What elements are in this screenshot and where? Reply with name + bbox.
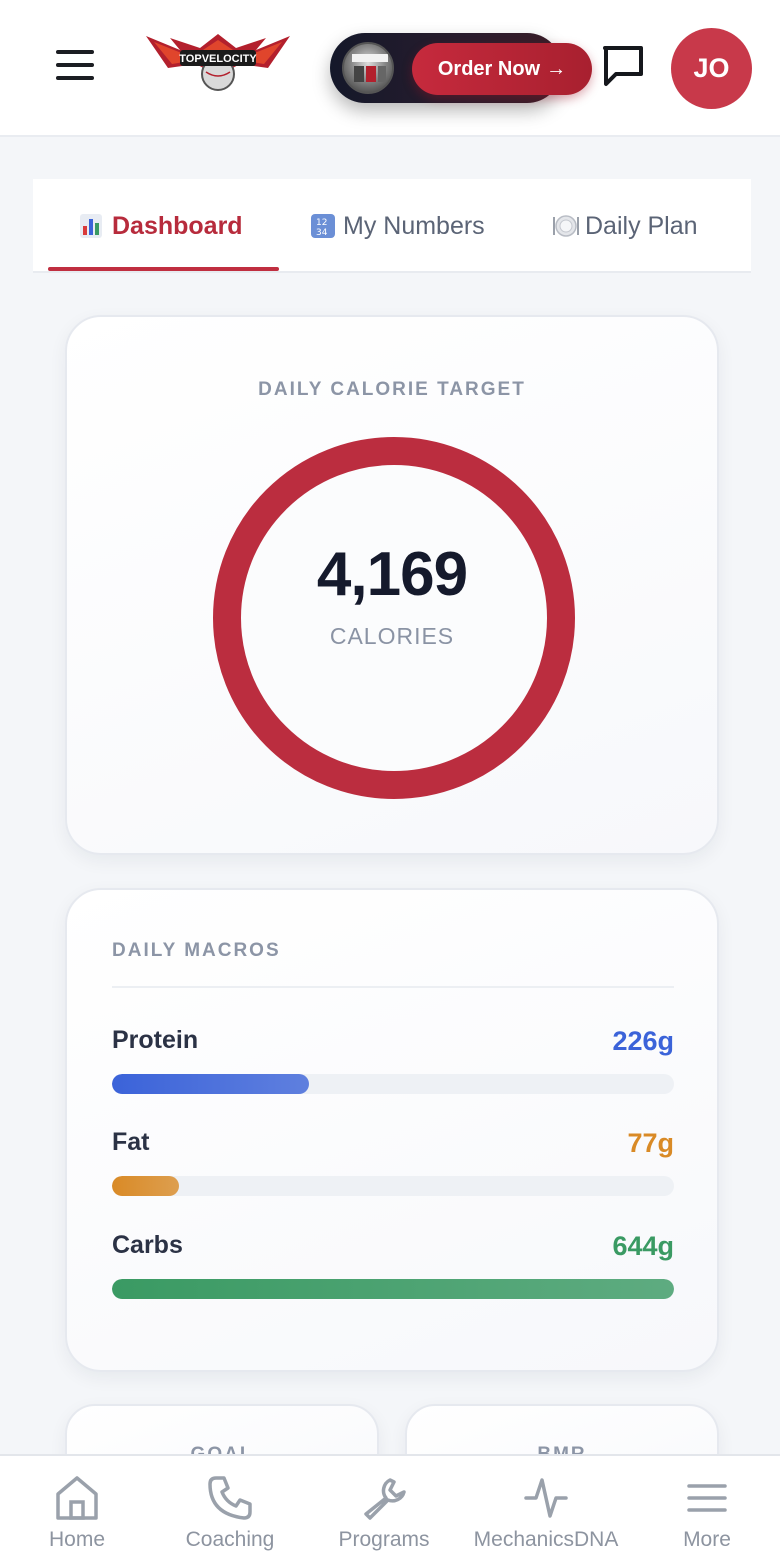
tab-dashboard[interactable]: Dashboard — [80, 179, 243, 273]
nav-home-label: Home — [48, 1528, 106, 1551]
macro-value: 77g — [627, 1128, 674, 1158]
page: TOPVELOCITY Order Now → JO Dashboard 12 … — [0, 0, 780, 1560]
active-tab-indicator — [48, 267, 279, 271]
user-avatar[interactable]: JO — [671, 28, 752, 109]
svg-text:34: 34 — [316, 228, 328, 238]
macros-card-title: DAILY MACROS — [112, 940, 281, 961]
chat-icon[interactable] — [600, 44, 646, 88]
nav-coaching[interactable]: Coaching — [180, 1456, 280, 1560]
numbers-icon: 12 34 — [311, 214, 335, 238]
nav-mechanicsdna[interactable]: MechanicsDNA — [468, 1456, 624, 1560]
order-now-button[interactable]: Order Now → — [412, 43, 592, 95]
order-now-label: Order Now — [437, 57, 541, 80]
tab-dashboard-label: Dashboard — [112, 211, 243, 240]
macro-value: 226g — [612, 1026, 674, 1056]
tab-daily-plan[interactable]: Daily Plan — [553, 179, 698, 273]
wrench-icon — [364, 1478, 406, 1520]
macro-progress-fill — [112, 1279, 674, 1299]
divider — [112, 986, 674, 988]
pulse-icon — [524, 1478, 568, 1518]
daily-calorie-card: DAILY CALORIE TARGET 4,169 CALORIES — [65, 315, 719, 855]
plate-icon — [553, 214, 579, 238]
phone-icon — [208, 1476, 252, 1520]
hamburger-menu-icon[interactable] — [56, 50, 96, 86]
calorie-ring — [213, 437, 575, 799]
macro-name: Protein — [112, 1026, 199, 1054]
nav-programs[interactable]: Programs — [334, 1456, 434, 1560]
nav-more-label: More — [683, 1528, 731, 1551]
calorie-card-title: DAILY CALORIE TARGET — [258, 379, 526, 400]
arrow-right-icon: → — [546, 57, 567, 80]
macro-name: Fat — [112, 1128, 150, 1156]
tab-daily-plan-label: Daily Plan — [585, 211, 698, 240]
avatar-initials: JO — [693, 53, 730, 83]
tab-bar: Dashboard 12 34 My Numbers Daily Plan — [33, 179, 751, 273]
nav-coaching-label: Coaching — [185, 1528, 275, 1551]
macro-row-carbs: Carbs 644g — [112, 1231, 674, 1311]
app-header: TOPVELOCITY Order Now → JO — [0, 0, 780, 137]
nav-mechanicsdna-label: MechanicsDNA — [473, 1528, 619, 1551]
macro-name: Carbs — [112, 1231, 183, 1259]
nav-more[interactable]: More — [667, 1456, 747, 1560]
product-thumbnail — [342, 42, 394, 94]
macro-progress-track — [112, 1279, 674, 1299]
menu-icon — [687, 1484, 727, 1512]
bar-chart-icon — [80, 214, 102, 238]
tab-my-numbers-label: My Numbers — [343, 211, 485, 240]
calorie-value: 4,169 — [316, 540, 468, 609]
topvelocity-logo[interactable]: TOPVELOCITY — [140, 28, 295, 94]
home-icon — [56, 1476, 98, 1520]
macro-row-protein: Protein 226g — [112, 1026, 674, 1106]
macro-value: 644g — [612, 1231, 674, 1261]
nav-programs-label: Programs — [338, 1528, 430, 1551]
macro-progress-fill — [112, 1176, 180, 1196]
macro-progress-track — [112, 1176, 674, 1196]
macro-progress-fill — [112, 1074, 309, 1094]
bottom-navigation: Home Coaching Programs MechanicsDNA More — [0, 1454, 780, 1560]
macro-progress-track — [112, 1074, 674, 1094]
daily-macros-card: DAILY MACROS Protein 226g Fat 77g Carbs … — [65, 888, 719, 1372]
tab-my-numbers[interactable]: 12 34 My Numbers — [311, 179, 485, 273]
svg-text:12: 12 — [316, 218, 327, 228]
calorie-unit: CALORIES — [329, 623, 455, 649]
macro-row-fat: Fat 77g — [112, 1128, 674, 1208]
nav-home[interactable]: Home — [37, 1456, 117, 1560]
svg-text:TOPVELOCITY: TOPVELOCITY — [179, 53, 257, 65]
